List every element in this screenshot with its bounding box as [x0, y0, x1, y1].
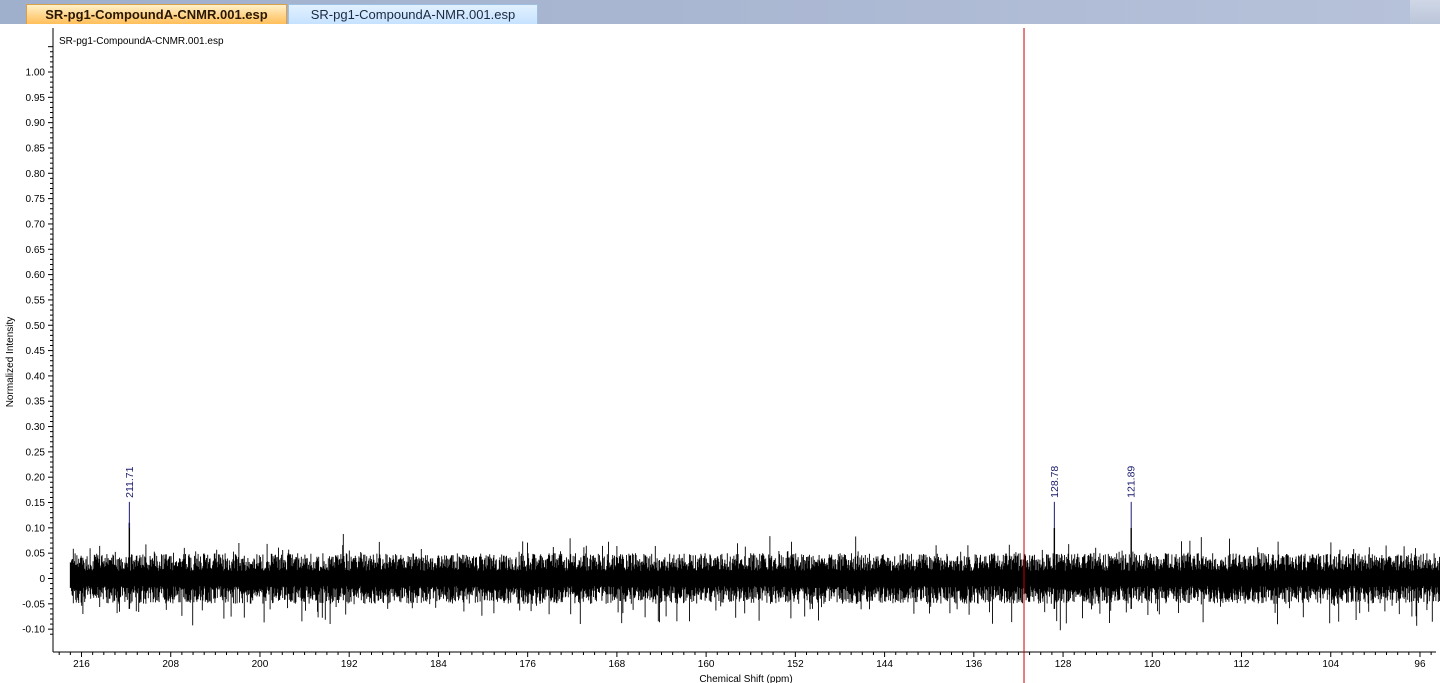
- x-tick-label: 184: [430, 659, 447, 670]
- spectrum-chart[interactable]: SR-pg1-CompoundA-CNMR.001.esp Normalized…: [0, 24, 1440, 683]
- y-tick-label: -0.10: [22, 625, 45, 636]
- chart-title: SR-pg1-CompoundA-CNMR.001.esp: [59, 36, 224, 47]
- tab-bar-end: [1410, 0, 1440, 24]
- x-axis-label: Chemical Shift (ppm): [699, 674, 792, 683]
- x-tick-label: 160: [698, 659, 715, 670]
- x-tick-label: 144: [876, 659, 893, 670]
- y-tick-label: 0.10: [26, 523, 46, 534]
- y-tick-label: 0.05: [26, 549, 46, 560]
- y-tick-label: 0.25: [26, 447, 46, 458]
- x-tick-label: 168: [609, 659, 626, 670]
- x-tick-label: 136: [965, 659, 982, 670]
- y-tick-label: 0.70: [26, 219, 46, 230]
- x-tick-label: 208: [162, 659, 179, 670]
- peak-label: 211.71: [124, 466, 136, 497]
- x-tick-label: 112: [1234, 659, 1250, 670]
- y-tick-label: 1.00: [26, 68, 46, 79]
- x-tick-label: 192: [341, 659, 358, 670]
- y-tick-label: 0.90: [26, 118, 46, 129]
- x-tick-label: 176: [519, 659, 536, 670]
- y-tick-label: 0.50: [26, 321, 46, 332]
- x-tick-label: 200: [252, 659, 269, 670]
- x-tick-label: 216: [73, 659, 90, 670]
- x-tick-label: 104: [1322, 659, 1339, 670]
- y-tick-label: 0.55: [26, 295, 46, 306]
- y-tick-label: 0.20: [26, 473, 46, 484]
- tab-cnmr[interactable]: SR-pg1-CompoundA-CNMR.001.esp: [26, 4, 287, 24]
- y-tick-label: 0.45: [26, 346, 46, 357]
- x-tick-label: 152: [787, 659, 804, 670]
- x-tick-label: 128: [1055, 659, 1072, 670]
- y-tick-label: 0.80: [26, 169, 46, 180]
- peak-label: 121.89: [1126, 466, 1138, 498]
- y-tick-label: -0.05: [22, 599, 45, 610]
- y-tick-label: 0.15: [26, 498, 46, 509]
- y-tick-label: 0.30: [26, 422, 46, 433]
- y-tick-label: 0.60: [26, 270, 46, 281]
- y-tick-label: 0.40: [26, 371, 46, 382]
- y-tick-label: 0.65: [26, 245, 46, 256]
- tab-bar: SR-pg1-CompoundA-CNMR.001.esp SR-pg1-Com…: [0, 0, 1440, 24]
- y-axis-label: Normalized Intensity: [5, 317, 16, 408]
- y-tick-label: 0.75: [26, 194, 46, 205]
- peak-label: 128.78: [1049, 466, 1061, 498]
- y-tick-label: 0.85: [26, 143, 46, 154]
- y-tick-label: 0: [39, 574, 45, 585]
- x-tick-label: 96: [1414, 659, 1426, 670]
- y-tick-label: 0.35: [26, 397, 46, 408]
- tab-hnmr[interactable]: SR-pg1-CompoundA-NMR.001.esp: [288, 4, 538, 24]
- y-tick-label: 0.95: [26, 93, 46, 104]
- x-tick-label: 120: [1144, 659, 1161, 670]
